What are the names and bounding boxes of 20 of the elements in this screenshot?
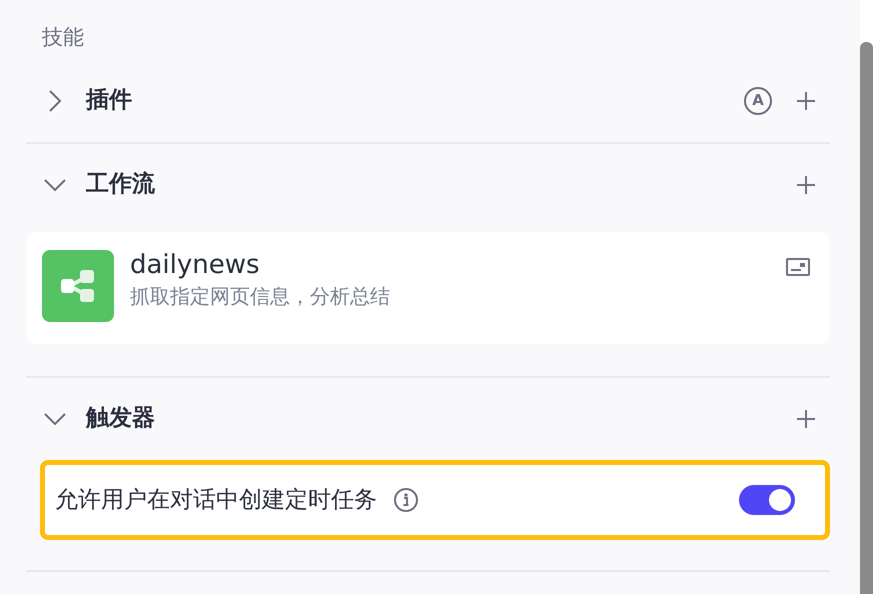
chevron-icon[interactable] bbox=[44, 178, 66, 192]
chevron-icon[interactable] bbox=[44, 412, 66, 426]
panel-title: 技能 bbox=[42, 24, 85, 51]
workflow-description: 抓取指定网页信息，分析总结 bbox=[130, 282, 391, 310]
auto-badge: A bbox=[744, 86, 772, 114]
scrollbar[interactable] bbox=[860, 42, 873, 594]
section-title: 工作流 bbox=[86, 170, 155, 200]
setting-label: 允许用户在对话中创建定时任务 bbox=[55, 486, 377, 514]
workflow-card[interactable]: dailynews 抓取指定网页信息，分析总结 bbox=[26, 232, 830, 344]
section-title: 触发器 bbox=[86, 404, 155, 434]
add-icon[interactable] bbox=[796, 408, 816, 428]
workflow-name: dailynews bbox=[130, 250, 261, 281]
workflow-icon bbox=[42, 250, 114, 322]
add-icon[interactable] bbox=[796, 90, 816, 110]
card-icon[interactable] bbox=[786, 258, 810, 276]
toggle-switch[interactable] bbox=[739, 484, 795, 515]
chevron-icon[interactable] bbox=[48, 90, 62, 112]
add-icon[interactable] bbox=[796, 174, 816, 194]
section-title: 插件 bbox=[86, 86, 132, 116]
info-icon[interactable] bbox=[393, 486, 419, 513]
